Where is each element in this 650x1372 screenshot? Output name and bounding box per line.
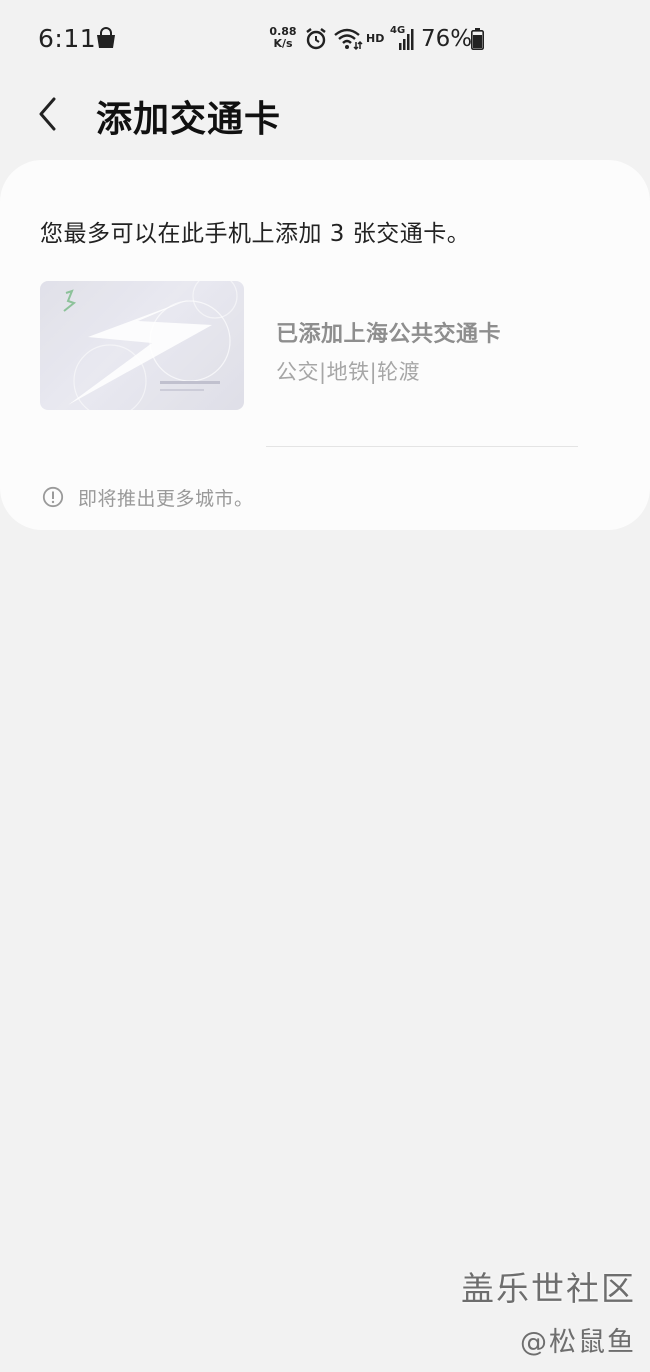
wifi-icon bbox=[333, 27, 363, 51]
signal-icon bbox=[398, 29, 414, 50]
hd-label: HD bbox=[366, 32, 385, 45]
screen: 6:11 0.88 K/s HD 4G 76% 添加交通卡 您最多可以在此手机上… bbox=[0, 0, 650, 1372]
alarm-icon bbox=[304, 27, 328, 51]
shanghai-transit-card-image bbox=[40, 281, 244, 410]
battery-percent: 76% bbox=[421, 26, 473, 52]
chevron-left-icon bbox=[39, 97, 56, 131]
status-bar: 6:11 0.88 K/s HD 4G 76% bbox=[0, 0, 650, 80]
watermark: 盖乐世社区 @松鼠鱼 bbox=[461, 1262, 636, 1359]
notice-text: 即将推出更多城市。 bbox=[78, 488, 254, 510]
page-title: 添加交通卡 bbox=[96, 99, 282, 140]
back-button[interactable] bbox=[30, 92, 66, 136]
transit-card-panel: 您最多可以在此手机上添加 3 张交通卡。 已添加上海公共交通卡 公交|地铁|轮渡 bbox=[0, 160, 650, 530]
transit-card-name: 已添加上海公共交通卡 bbox=[276, 322, 502, 347]
transit-card-modes: 公交|地铁|轮渡 bbox=[276, 360, 421, 384]
shopping-bag-icon bbox=[95, 27, 117, 49]
net-speed-unit: K/s bbox=[273, 37, 293, 50]
transit-card-item[interactable]: 已添加上海公共交通卡 公交|地铁|轮渡 bbox=[0, 278, 650, 414]
row-divider bbox=[266, 446, 578, 447]
info-icon bbox=[42, 486, 64, 508]
net-speed: 0.88 K/s bbox=[266, 26, 300, 50]
status-time: 6:11 bbox=[38, 24, 97, 53]
app-header: 添加交通卡 bbox=[0, 80, 650, 150]
battery-icon bbox=[471, 28, 484, 50]
card-limit-text: 您最多可以在此手机上添加 3 张交通卡。 bbox=[40, 221, 471, 247]
watermark-brand: 盖乐世社区 bbox=[461, 1269, 636, 1308]
watermark-author: @松鼠鱼 bbox=[520, 1327, 636, 1358]
